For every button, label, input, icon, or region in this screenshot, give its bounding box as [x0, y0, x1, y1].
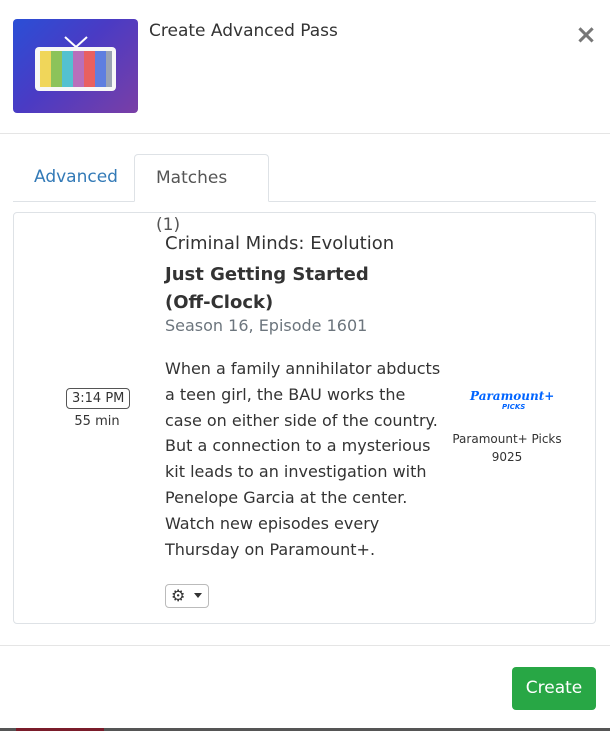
caret-down-icon	[194, 593, 202, 598]
episode-description: When a family annihilator abducts a teen…	[165, 359, 441, 559]
channel-logo: Paramount+ PICKS	[470, 389, 554, 411]
channel-name: Paramount+ Picks	[452, 432, 562, 446]
match-card: 3:14 PM 55 min Criminal Minds: Evolution…	[13, 212, 596, 624]
tv-icon	[35, 36, 116, 91]
close-icon: ×	[575, 20, 597, 50]
duration-label: 55 min	[74, 414, 120, 429]
modal-header: Create Advanced Pass ×	[0, 0, 610, 134]
channel-number: 9025	[491, 450, 523, 464]
show-thumbnail	[13, 19, 138, 113]
series-title: Criminal Minds: Evolution	[165, 233, 395, 254]
create-button[interactable]: Create	[512, 667, 596, 710]
episode-title: Just Getting Started (Off-Clock)	[165, 264, 369, 313]
tab-advanced[interactable]: Advanced	[13, 154, 139, 201]
tab-matches[interactable]: Matches (1)	[134, 154, 269, 235]
tab-bar: Advanced Matches (1)	[13, 154, 596, 235]
episode-number: Season 16, Episode 1601	[165, 316, 368, 335]
modal-footer: Create	[0, 645, 610, 732]
actions-dropdown-button[interactable]: ⚙	[165, 584, 209, 608]
close-button[interactable]: ×	[575, 22, 597, 48]
channel-logo-subtext: PICKS	[502, 403, 526, 411]
modal-title: Create Advanced Pass	[149, 21, 338, 41]
gear-icon: ⚙	[171, 586, 186, 605]
channel-logo-text: Paramount+	[470, 389, 555, 403]
airtime-badge: 3:14 PM	[66, 388, 131, 409]
